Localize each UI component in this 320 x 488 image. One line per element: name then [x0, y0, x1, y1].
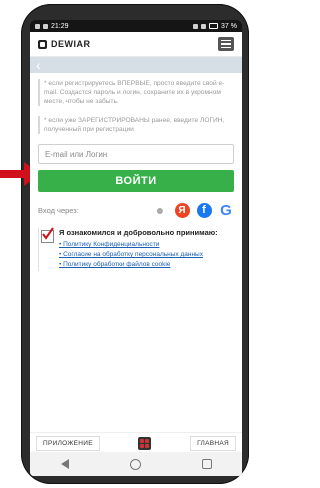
info-text-second: * если уже ЗАРЕГИСТРИРОВАНЫ ранее, введи… [38, 116, 234, 134]
cookie-policy-link[interactable]: • Политику обработки файлов cookie [59, 261, 218, 269]
status-bar: 21:29 37 % [30, 20, 242, 32]
nav-back-icon[interactable] [60, 459, 69, 469]
logo-text: DEWIAR [51, 39, 91, 49]
battery-icon [209, 23, 219, 29]
battery-level: 37 % [221, 22, 237, 30]
social-login: Вход через: ● Я f G [38, 202, 234, 219]
tab-app[interactable]: ПРИЛОЖЕНИЕ [36, 435, 100, 451]
tab-home[interactable]: ГЛАВНАЯ [190, 435, 236, 451]
consent-block: Я ознакомился и добровольно принимаю: • … [38, 227, 234, 271]
info-text-first: * если регистрируетесь ВПЕРВЫЕ, просто в… [38, 79, 234, 106]
menu-line [221, 43, 231, 45]
logo-icon [38, 39, 47, 49]
phone-screen: 21:29 37 % DEWIAR ‹ * если регистрируете… [30, 20, 242, 476]
consent-title: Я ознакомился и добровольно принимаю: [59, 228, 218, 237]
email-or-login-input[interactable] [38, 144, 234, 164]
checkmark-icon [42, 227, 54, 240]
login-button[interactable]: ВОЙТИ [38, 170, 234, 192]
android-nav-bar [30, 452, 242, 476]
nav-home-icon[interactable] [129, 458, 141, 470]
notification-icon [43, 23, 48, 29]
bottom-tabs: ПРИЛОЖЕНИЕ ГЛАВНАЯ [30, 432, 242, 453]
menu-line [221, 39, 231, 42]
apps-icon[interactable] [138, 436, 152, 450]
social-login-label: Вход через: [38, 205, 79, 215]
privacy-policy-link[interactable]: • Политику Конфиденциальности [59, 241, 218, 249]
logo[interactable]: DEWIAR [38, 39, 91, 49]
status-time: 21:29 [51, 22, 69, 30]
personal-data-consent-link[interactable]: • Согласие на обработку персональных дан… [59, 251, 218, 259]
nav-bar: ‹ [30, 57, 242, 73]
apple-icon[interactable]: ● [152, 202, 168, 218]
google-icon[interactable]: G [218, 202, 234, 219]
notification-icon [35, 23, 40, 29]
wifi-icon [193, 23, 199, 29]
facebook-icon[interactable]: f [196, 202, 212, 218]
login-form: * если регистрируетесь ВПЕРВЫЕ, просто в… [30, 73, 242, 277]
menu-button[interactable] [218, 37, 234, 51]
consent-checkbox[interactable] [41, 227, 54, 243]
menu-line [221, 46, 231, 49]
nav-recent-icon[interactable] [201, 459, 212, 469]
app-header: DEWIAR [30, 32, 242, 57]
signal-icon [201, 23, 207, 29]
back-arrow-icon[interactable]: ‹ [36, 58, 41, 72]
yandex-icon[interactable]: Я [174, 202, 190, 218]
